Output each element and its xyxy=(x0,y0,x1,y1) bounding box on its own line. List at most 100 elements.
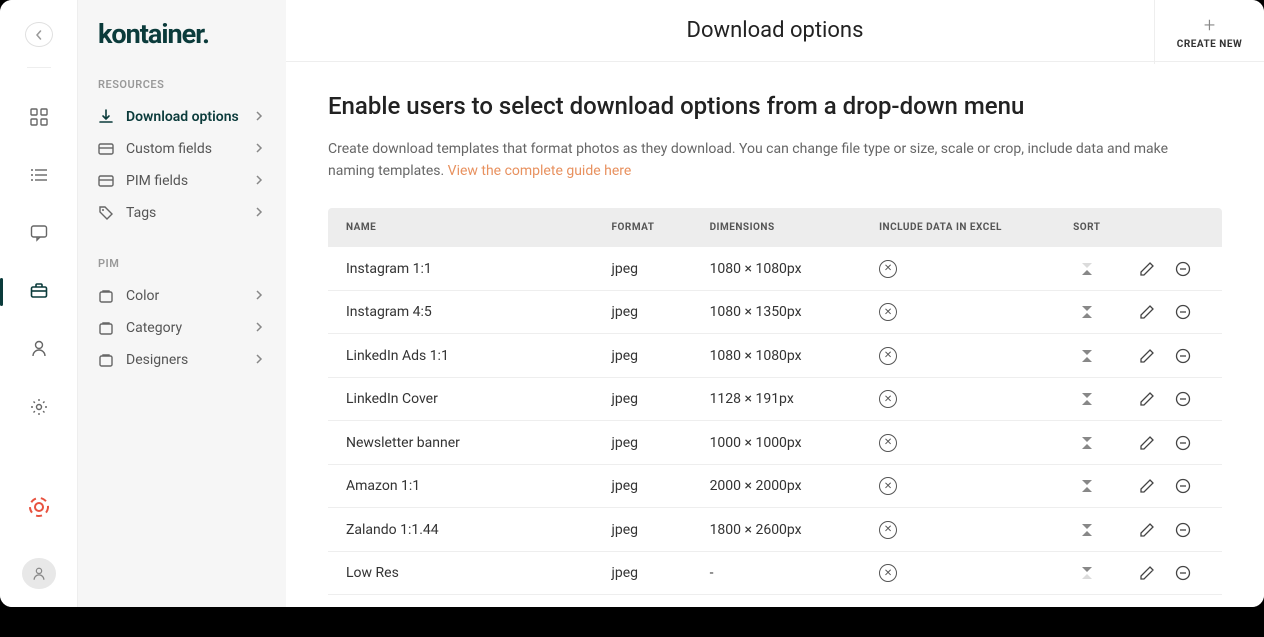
cell-name: Newsletter banner xyxy=(328,421,594,465)
edit-button[interactable] xyxy=(1138,521,1156,539)
cell-name: Instagram 1:1 xyxy=(328,247,594,290)
rail-nav-user[interactable] xyxy=(29,340,49,358)
edit-button[interactable] xyxy=(1138,260,1156,278)
cell-format: jpeg xyxy=(594,551,692,595)
remove-circle-icon xyxy=(1175,565,1191,581)
briefcase-icon xyxy=(30,282,48,300)
edit-button[interactable] xyxy=(1138,477,1156,495)
th-name: NAME xyxy=(328,208,594,247)
rail-help[interactable] xyxy=(28,496,50,518)
delete-button[interactable] xyxy=(1174,303,1192,321)
main: Download options + CREATE NEW Enable use… xyxy=(286,0,1264,607)
sort-down-icon[interactable] xyxy=(1082,350,1092,355)
gear-icon xyxy=(30,398,48,416)
sidebar-item-label: Custom fields xyxy=(126,141,254,157)
edit-button[interactable] xyxy=(1138,390,1156,408)
sort-up-icon[interactable] xyxy=(1082,270,1092,275)
sort-down-icon[interactable] xyxy=(1082,437,1092,442)
rail-nav-briefcase[interactable] xyxy=(29,282,49,300)
th-excel: INCLUDE DATA IN EXCEL xyxy=(861,208,1055,247)
cell-actions xyxy=(1120,551,1222,595)
cell-format: jpeg xyxy=(594,247,692,290)
sidebar-item-label: Download options xyxy=(126,109,254,125)
sort-down-icon[interactable] xyxy=(1082,524,1092,529)
delete-button[interactable] xyxy=(1174,347,1192,365)
cell-dimensions: 1800 × 2600px xyxy=(692,508,862,552)
content-description: Create download templates that format ph… xyxy=(328,138,1208,183)
fields-icon xyxy=(98,141,114,157)
edit-button[interactable] xyxy=(1138,434,1156,452)
sort-down-icon[interactable] xyxy=(1082,393,1092,398)
sort-up-icon[interactable] xyxy=(1082,400,1092,405)
delete-button[interactable] xyxy=(1174,477,1192,495)
pencil-icon xyxy=(1139,522,1155,538)
box-icon xyxy=(98,320,114,336)
table-row: LinkedIn Coverjpeg1128 × 191px✕ xyxy=(328,377,1222,421)
delete-button[interactable] xyxy=(1174,521,1192,539)
sidebar-item-download-options[interactable]: Download options xyxy=(78,101,286,133)
rail-nav-list[interactable] xyxy=(29,166,49,184)
cell-sort xyxy=(1055,334,1120,378)
sort-up-icon[interactable] xyxy=(1082,487,1092,492)
cell-actions xyxy=(1120,464,1222,508)
delete-button[interactable] xyxy=(1174,390,1192,408)
sidebar-item-tags[interactable]: Tags xyxy=(78,197,286,229)
pencil-icon xyxy=(1139,391,1155,407)
remove-circle-icon xyxy=(1175,261,1191,277)
delete-button[interactable] xyxy=(1174,434,1192,452)
rail-avatar[interactable] xyxy=(22,558,56,589)
cell-sort xyxy=(1055,247,1120,290)
sidebar-item-category[interactable]: Category xyxy=(78,312,286,344)
cell-name: Amazon 1:1 xyxy=(328,464,594,508)
sidebar-item-label: Tags xyxy=(126,205,254,221)
sort-up-icon[interactable] xyxy=(1082,444,1092,449)
excel-false-icon: ✕ xyxy=(879,347,897,365)
chevron-right-icon xyxy=(254,354,266,366)
back-button[interactable] xyxy=(25,22,53,47)
table-row: Low Resjpeg-✕ xyxy=(328,551,1222,595)
cell-name: Instagram 4:5 xyxy=(328,290,594,334)
pencil-icon xyxy=(1139,478,1155,494)
plus-icon: + xyxy=(1204,15,1215,35)
sort-down-icon[interactable] xyxy=(1082,480,1092,485)
excel-false-icon: ✕ xyxy=(879,303,897,321)
pencil-icon xyxy=(1139,261,1155,277)
cell-name: Low Res xyxy=(328,551,594,595)
pencil-icon xyxy=(1139,435,1155,451)
remove-circle-icon xyxy=(1175,435,1191,451)
sidebar-item-custom-fields[interactable]: Custom fields xyxy=(78,133,286,165)
sort-up-icon[interactable] xyxy=(1082,313,1092,318)
sidebar-item-label: PIM fields xyxy=(126,173,254,189)
delete-button[interactable] xyxy=(1174,564,1192,582)
cell-dimensions: 1080 × 1080px xyxy=(692,247,862,290)
guide-link[interactable]: View the complete guide here xyxy=(448,163,632,179)
sidebar-item-designers[interactable]: Designers xyxy=(78,344,286,376)
chat-icon xyxy=(30,224,48,242)
sidebar-item-label: Category xyxy=(126,320,254,336)
sort-down-icon[interactable] xyxy=(1082,567,1092,572)
table-row: LinkedIn Ads 1:1jpeg1080 × 1080px✕ xyxy=(328,334,1222,378)
cell-format: jpeg xyxy=(594,464,692,508)
edit-button[interactable] xyxy=(1138,564,1156,582)
sort-up-icon[interactable] xyxy=(1082,531,1092,536)
cell-dimensions: 1080 × 1080px xyxy=(692,334,862,378)
sort-down-icon[interactable] xyxy=(1082,306,1092,311)
create-new-button[interactable]: + CREATE NEW xyxy=(1154,0,1264,64)
sidebar-item-color[interactable]: Color xyxy=(78,280,286,312)
rail-nav-settings[interactable] xyxy=(29,398,49,416)
delete-button[interactable] xyxy=(1174,260,1192,278)
edit-button[interactable] xyxy=(1138,347,1156,365)
cell-dimensions: - xyxy=(692,551,862,595)
excel-false-icon: ✕ xyxy=(879,521,897,539)
sort-up-icon[interactable] xyxy=(1082,357,1092,362)
th-sort: SORT xyxy=(1055,208,1120,247)
cell-sort xyxy=(1055,377,1120,421)
sort-down-icon xyxy=(1082,263,1092,268)
cell-actions xyxy=(1120,290,1222,334)
sidebar-item-pim-fields[interactable]: PIM fields xyxy=(78,165,286,197)
rail-nav-chat[interactable] xyxy=(29,224,49,242)
user-icon xyxy=(30,340,48,358)
cell-dimensions: 2000 × 2000px xyxy=(692,464,862,508)
edit-button[interactable] xyxy=(1138,303,1156,321)
rail-nav-grid[interactable] xyxy=(29,108,49,126)
